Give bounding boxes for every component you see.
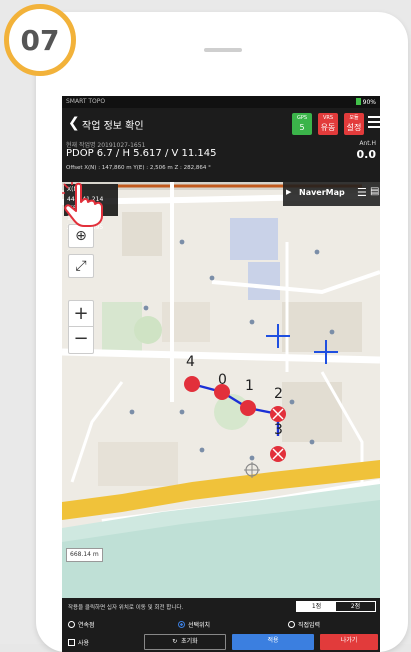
hamburger-menu-icon[interactable] (368, 116, 380, 128)
point-label: 3 (274, 422, 283, 438)
play-icon[interactable]: ▶ (286, 188, 291, 196)
status-bar: SMART TOPO 90% (62, 96, 380, 108)
expand-icon: ⤢ (75, 258, 87, 274)
map-provider-name[interactable]: NaverMap (299, 188, 345, 197)
checkbox-icon (68, 639, 75, 646)
zoom-in-button[interactable]: + (69, 301, 93, 327)
exit-button[interactable]: 나가기 (320, 634, 378, 650)
page-title: 작업 정보 확인 (82, 121, 144, 132)
map-provider-bar: ▶ NaverMap ☰ ▤ (283, 182, 380, 206)
point-label: 0 (218, 372, 227, 388)
phone-speaker (204, 48, 242, 52)
radio-continuous[interactable]: 연속점 (68, 620, 95, 629)
document-icon[interactable]: ▤ (370, 186, 379, 197)
step-number: 07 (20, 23, 60, 57)
map-scale: 668.14 m (66, 548, 103, 562)
point-label: 1 (245, 378, 254, 394)
source-radio-group: 연속점 선택위치 직접입력 (68, 620, 376, 630)
apply-button[interactable]: 적용 (232, 634, 314, 650)
crosshair-icon: ⊕ (75, 228, 87, 244)
antenna-height-value: 0.0 (356, 148, 377, 161)
antenna-height-label: Ant.H (359, 140, 376, 147)
step-badge: 07 (4, 4, 76, 76)
use-checkbox[interactable]: 사용 (68, 638, 89, 647)
offset-readout: Offset X(N) : 147,860 m Y(E) : 2,506 m Z… (66, 165, 211, 171)
fullscreen-button[interactable]: ⤢ (68, 254, 94, 278)
one-point-tab[interactable]: 1점 (297, 602, 336, 611)
map-view[interactable]: 4 0 1 2 3 X(N) 448941.214 Y(E) 194061.59… (62, 182, 380, 598)
map-canvas (62, 182, 380, 598)
radio-direct-input[interactable]: 직접입력 (288, 620, 320, 629)
point-label: 2 (274, 386, 283, 402)
status-app-name: SMART TOPO (66, 98, 106, 105)
instruction-text: 작용을 클릭하면 십자 위치로 이동 및 회전 합니다. (68, 605, 184, 611)
app-screen: SMART TOPO 90% ❮ 작업 정보 확인 GPS 5 VRS 유동 모듈 설… (62, 96, 380, 652)
point-mode-toggle: 1점 2점 (296, 601, 376, 612)
vrs-status-chip[interactable]: VRS 유동 (318, 113, 338, 135)
layers-icon[interactable]: ☰ (357, 186, 367, 199)
battery-icon (355, 98, 361, 105)
hand-pointer-icon (62, 182, 103, 227)
two-point-tab[interactable]: 2점 (336, 602, 375, 611)
point-label: 4 (186, 354, 195, 370)
back-arrow-icon[interactable]: ❮ (68, 114, 80, 132)
survey-info-panel: 현재 작업명 20191027-1651 PDOP 6.7 / H 5.617 … (62, 138, 380, 182)
zoom-out-button[interactable]: − (69, 327, 93, 353)
radio-icon (288, 621, 295, 628)
radio-selected-icon (178, 621, 185, 628)
app-bar: ❮ 작업 정보 확인 GPS 5 VRS 유동 모듈 설정 (62, 108, 380, 138)
radio-selected-position[interactable]: 선택위치 (178, 620, 210, 629)
gps-status-chip[interactable]: GPS 5 (292, 113, 312, 135)
battery-status: 90% (355, 98, 376, 106)
zoom-control: + − (68, 300, 94, 354)
radio-icon (68, 621, 75, 628)
tutorial-frame: 07 SMART TOPO 90% ❮ 작업 정보 확인 GPS 5 VRS 유동 … (0, 0, 411, 652)
phone-mockup: SMART TOPO 90% ❮ 작업 정보 확인 GPS 5 VRS 유동 모듈 설… (36, 12, 408, 652)
pdop-readout: PDOP 6.7 / H 5.617 / V 11.145 (66, 148, 217, 159)
module-status-chip[interactable]: 모듈 설정 (344, 113, 364, 135)
reset-button[interactable]: ↻ 초기화 (144, 634, 226, 650)
